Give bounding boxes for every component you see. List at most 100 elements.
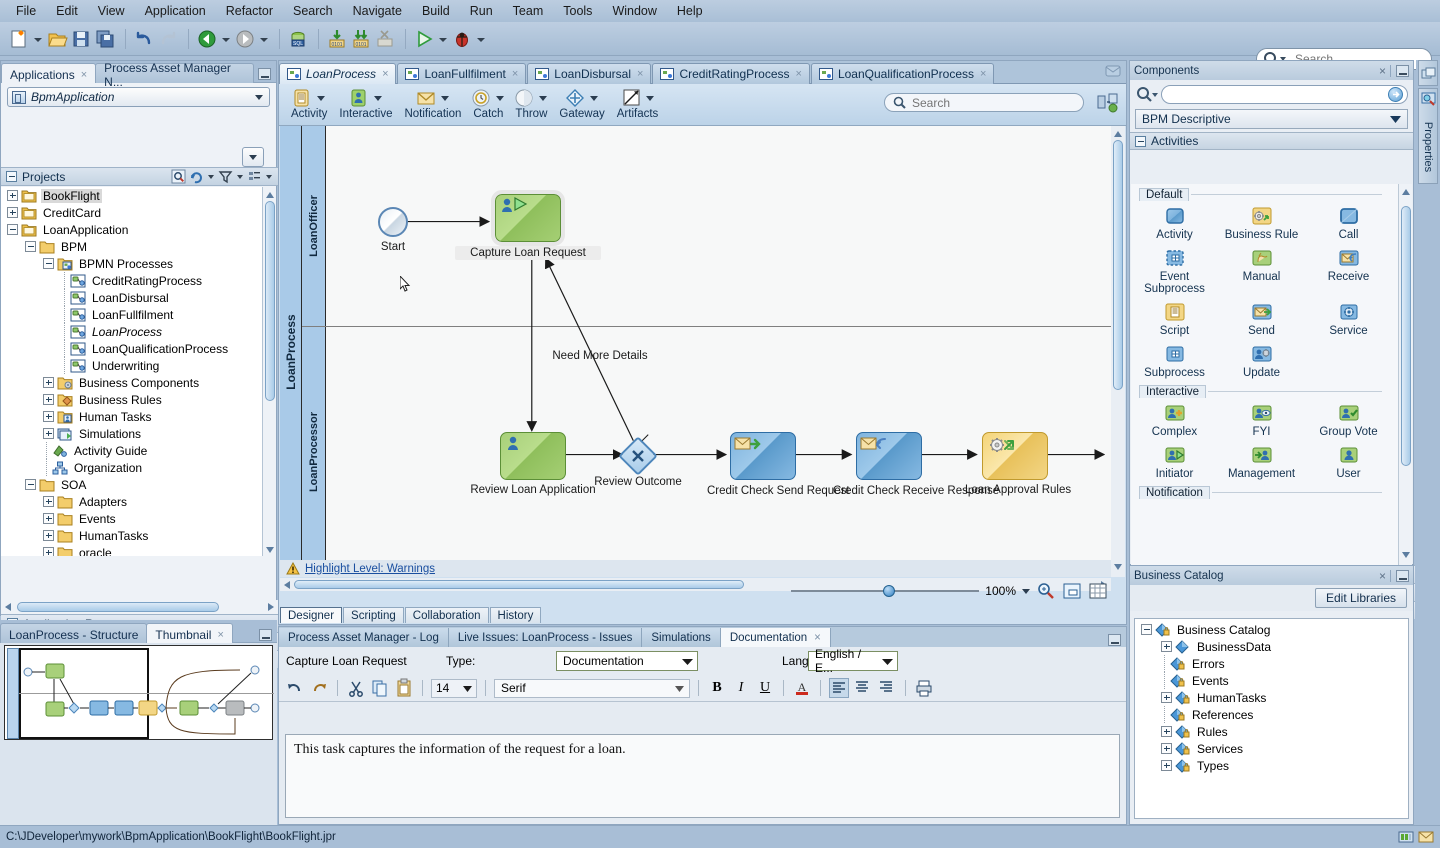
tree-item[interactable]: Activity Guide [1,442,262,459]
tree-item[interactable]: Events [1,510,262,527]
tab-process-asset-manager[interactable]: Process Asset Manager N... [95,61,254,89]
tab-thumbnail[interactable]: Thumbnail × [146,623,233,643]
tree-item[interactable]: Events [1135,672,1408,689]
component-send[interactable]: Send [1218,297,1305,339]
component-user[interactable]: User [1305,440,1392,482]
close-icon[interactable]: × [980,68,986,80]
tree-item[interactable]: BusinessData [1135,638,1408,655]
scroll-left-icon[interactable] [280,580,294,590]
open-subprocess-icon[interactable] [1096,92,1120,114]
component-complex[interactable]: Complex [1131,398,1218,440]
scroll-up-icon[interactable] [1401,186,1411,200]
tab-designer[interactable]: Designer [280,607,343,623]
expand-icon[interactable] [1161,760,1172,771]
bold-icon[interactable]: B [707,678,727,698]
search-icon[interactable] [1135,85,1161,104]
close-icon[interactable]: × [382,68,388,80]
close-icon[interactable]: × [796,68,802,80]
chevron-down-icon[interactable] [496,95,505,101]
palette-throw[interactable]: Throw [511,87,551,120]
font-color-icon[interactable]: A [792,678,812,698]
tab-scripting[interactable]: Scripting [343,607,404,623]
palette-artifacts[interactable]: Artifacts [613,87,663,120]
palette-notification[interactable]: Notification [400,87,465,120]
menu-help[interactable]: Help [667,2,713,20]
menu-edit[interactable]: Edit [46,2,88,20]
forward-dropdown-icon[interactable] [258,28,269,50]
save-icon[interactable] [70,28,92,50]
components-grid[interactable]: Default Activity Business Rule Call Even… [1131,184,1398,565]
scroll-down-icon[interactable] [265,544,275,554]
node-credit-check-send-request[interactable]: Credit Check Send Request [707,432,850,497]
expand-icon[interactable] [1161,743,1172,754]
refresh-icon[interactable] [189,169,204,184]
menu-search[interactable]: Search [283,2,343,20]
forward-icon[interactable] [234,28,256,50]
new-icon[interactable] [8,28,30,50]
undo-icon[interactable] [133,28,155,50]
tree-item[interactable]: oracle [1,544,262,556]
copy-icon[interactable] [370,678,390,698]
menu-view[interactable]: View [88,2,135,20]
tree-item[interactable]: BookFlight [1,187,262,204]
tree-item[interactable]: Types [1135,757,1408,774]
tab-live-issues[interactable]: Live Issues: LoanProcess - Issues [448,628,643,647]
business-catalog-tree[interactable]: Business Catalog BusinessData Errors Events… [1134,618,1409,819]
memory-icon[interactable] [1398,830,1414,844]
save-all-icon[interactable] [94,28,116,50]
palette-search[interactable] [884,93,1084,112]
palette-gateway[interactable]: Gateway [555,87,608,120]
components-search[interactable] [1135,83,1408,105]
palette-interactive[interactable]: Interactive [335,87,396,120]
zoom-fit-icon[interactable] [1036,582,1056,600]
menu-run[interactable]: Run [460,2,503,20]
menu-tools[interactable]: Tools [553,2,602,20]
component-activity[interactable]: Activity [1131,201,1218,243]
editor-tab-overflow[interactable] [1104,64,1126,84]
menu-application[interactable]: Application [135,2,216,20]
filter-icon[interactable] [218,169,233,184]
editor-tab-loandisbursal[interactable]: LoanDisbursal × [527,63,652,84]
scroll-down-icon[interactable] [1113,561,1123,575]
tab-collaboration[interactable]: Collaboration [404,607,489,623]
node-review-outcome[interactable]: Review Outcome [594,436,682,488]
tab-simulations[interactable]: Simulations [642,628,721,647]
menu-refactor[interactable]: Refactor [216,2,283,20]
tree-item[interactable]: HumanTasks [1,527,262,544]
editor-tab-loanprocess[interactable]: LoanProcess × [279,63,397,84]
edit-libraries-button[interactable]: Edit Libraries [1314,588,1407,608]
minimize-icon[interactable] [1108,634,1121,646]
palette-catch[interactable]: Catch [469,87,507,120]
component-call[interactable]: Call [1305,201,1392,243]
expand-icon[interactable] [7,207,18,218]
tree-item[interactable]: CreditRatingProcess [1,272,262,289]
expand-icon[interactable] [43,428,54,439]
chevron-down-icon[interactable] [255,94,263,100]
chevron-down-icon[interactable] [207,169,215,184]
tree-item[interactable]: Human Tasks [1,408,262,425]
lane-loanofficer[interactable]: LoanOfficer [302,126,326,326]
show-overview-icon[interactable] [1062,582,1082,600]
palette-search-input[interactable] [906,94,1083,111]
align-left-icon[interactable] [829,678,849,698]
expand-icon[interactable] [1161,692,1172,703]
tree-item[interactable]: LoanProcess [1,323,262,340]
expand-icon[interactable] [1161,641,1172,652]
back-icon[interactable] [196,28,218,50]
tree-item[interactable]: LoanApplication [1,221,262,238]
collapse-icon[interactable] [1141,624,1152,635]
tab-loanprocess-structure[interactable]: LoanProcess - Structure [0,623,148,643]
canvas-vscrollbar[interactable] [1111,126,1125,577]
tree-item[interactable]: LoanQualificationProcess [1,340,262,357]
scrollbar-thumb[interactable] [1401,206,1411,466]
components-dock-icon[interactable] [1418,60,1438,86]
new-dropdown-icon[interactable] [32,28,43,50]
close-icon[interactable]: × [217,629,223,641]
chevron-down-icon[interactable] [539,95,548,101]
run-dropdown-icon[interactable] [437,28,448,50]
redo-icon[interactable] [157,28,179,50]
tab-documentation[interactable]: Documentation × [720,628,831,647]
minimize-icon[interactable] [258,68,271,80]
lane-loanprocessor[interactable]: LoanProcessor [302,327,326,577]
tab-applications[interactable]: Applications × [1,63,97,83]
